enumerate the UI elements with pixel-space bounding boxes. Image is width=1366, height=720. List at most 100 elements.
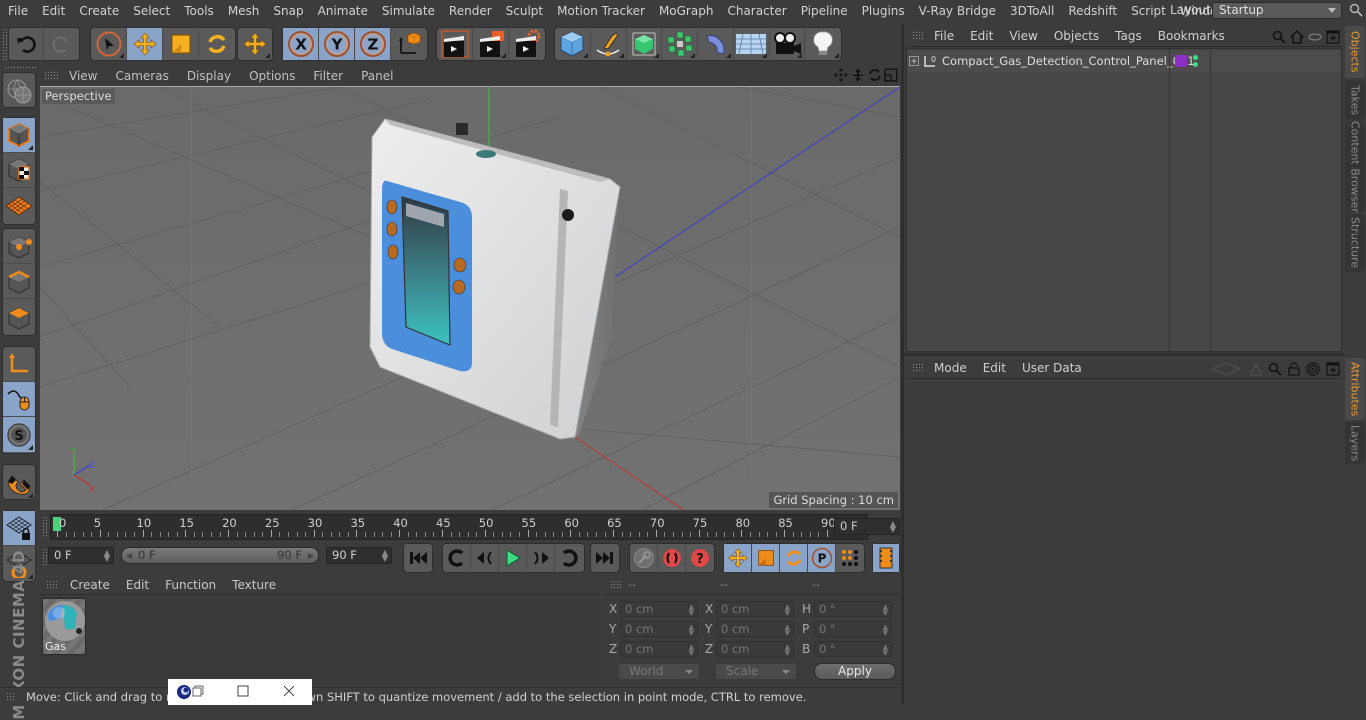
menu-v-ray-bridge[interactable]: V-Ray Bridge <box>912 4 1003 18</box>
play-button[interactable] <box>499 544 527 572</box>
subdivision-surface-button[interactable] <box>627 28 663 60</box>
side-tab-takes[interactable]: Takes <box>1345 80 1365 120</box>
texture-mode-button[interactable] <box>3 153 35 188</box>
expand-plus-icon[interactable] <box>909 56 919 66</box>
light-button[interactable] <box>805 28 841 60</box>
material-menu-edit[interactable]: Edit <box>118 578 157 592</box>
x-axis-lock-button[interactable]: X <box>283 28 319 60</box>
apply-button[interactable]: Apply <box>814 663 896 680</box>
material-swatch-gas[interactable]: Gas <box>42 598 86 655</box>
spinner-icon[interactable]: ▲ ▼ <box>883 624 888 637</box>
lock-workplane-button[interactable] <box>3 511 35 546</box>
start-frame-field[interactable]: 0 F ▲ ▼ <box>48 547 114 564</box>
spinner-icon[interactable]: ▲ ▼ <box>689 604 694 617</box>
pan-view-icon[interactable] <box>834 68 848 82</box>
menu-plugins[interactable]: Plugins <box>855 4 912 18</box>
search-icon[interactable] <box>1268 362 1282 376</box>
move-tool-button[interactable] <box>127 28 163 60</box>
object-menu-file[interactable]: File <box>926 29 962 43</box>
menu-edit[interactable]: Edit <box>35 4 72 18</box>
scale-key-button[interactable] <box>752 544 780 572</box>
object-menu-view[interactable]: View <box>1001 29 1045 43</box>
restore-icon[interactable] <box>192 685 204 697</box>
target-icon[interactable] <box>1306 362 1320 376</box>
last-tool-button[interactable] <box>238 28 272 60</box>
spinner-icon[interactable]: ▲ ▼ <box>883 604 888 617</box>
axis-mode-button[interactable] <box>3 347 35 382</box>
range-left-arrow-icon[interactable]: ◀ <box>126 548 132 563</box>
3d-viewport[interactable]: Y Z X Perspective Grid Spacing : 10 cm <box>40 86 900 510</box>
floor-button[interactable] <box>734 28 770 60</box>
search-icon[interactable] <box>1272 30 1286 44</box>
viewport-grip[interactable] <box>44 71 58 81</box>
cube-button[interactable] <box>555 28 591 60</box>
zoom-view-icon[interactable] <box>851 68 865 82</box>
rotation-h-field[interactable]: 0 ° ▲ ▼ <box>814 601 892 617</box>
render-picture-viewer-button[interactable] <box>473 28 509 60</box>
position-y-field[interactable]: 0 cm ▲ ▼ <box>620 621 698 637</box>
maximize-view-icon[interactable] <box>884 68 898 82</box>
column-divider[interactable] <box>1210 49 1211 351</box>
camera-button[interactable] <box>770 28 806 60</box>
side-tab-attributes[interactable]: Attributes <box>1345 358 1365 420</box>
spinner-icon[interactable]: ▲ ▼ <box>382 549 388 563</box>
side-tab-structure[interactable]: Structure <box>1345 214 1365 272</box>
menu-3dtoall[interactable]: 3DToAll <box>1003 4 1061 18</box>
side-tab-content-browser[interactable]: Content Browser <box>1345 121 1365 213</box>
viewport-menu-display[interactable]: Display <box>178 69 240 83</box>
object-menu-bookmarks[interactable]: Bookmarks <box>1150 29 1233 43</box>
prev-key-button[interactable] <box>443 544 471 572</box>
undo-button[interactable] <box>9 28 45 60</box>
menu-snap[interactable]: Snap <box>266 4 310 18</box>
home-icon[interactable] <box>1290 30 1304 44</box>
timeline-window-button[interactable] <box>873 544 899 572</box>
render-settings-button[interactable] <box>509 28 545 60</box>
cinema4d-app-icon[interactable] <box>176 684 192 700</box>
record-keys-button[interactable] <box>630 544 658 572</box>
y-axis-lock-button[interactable]: Y <box>319 28 355 60</box>
back-arrow-icon[interactable] <box>1210 362 1244 376</box>
material-menu-create[interactable]: Create <box>62 578 118 592</box>
model-mode-button[interactable] <box>3 118 35 153</box>
object-name[interactable]: Compact_Gas_Detection_Control_Panel_001 <box>942 54 1195 68</box>
material-menu-function[interactable]: Function <box>157 578 224 592</box>
edge-mode-button[interactable] <box>3 264 35 299</box>
next-frame-button[interactable] <box>527 544 555 572</box>
point-mode-button[interactable] <box>3 229 35 264</box>
goto-start-button[interactable] <box>404 544 432 572</box>
render-visibility-dot[interactable] <box>1193 62 1198 67</box>
toolbar-grip[interactable] <box>2 28 7 60</box>
menu-render[interactable]: Render <box>442 4 499 18</box>
column-divider[interactable] <box>1169 49 1170 351</box>
editor-visibility-dot[interactable] <box>1193 55 1198 60</box>
menu-redshift[interactable]: Redshift <box>1061 4 1124 18</box>
layout-dropdown[interactable]: Startup <box>1212 2 1342 19</box>
spinner-icon[interactable]: ▲ ▼ <box>689 624 694 637</box>
end-frame-field[interactable]: 90 F ▲ ▼ <box>326 547 392 564</box>
workplane-mode-button[interactable] <box>3 188 35 223</box>
horizontal-splitter[interactable] <box>904 353 1344 356</box>
viewport-menu-view[interactable]: View <box>60 69 106 83</box>
menu-create[interactable]: Create <box>72 4 126 18</box>
spinner-icon[interactable]: ▲ ▼ <box>104 549 110 563</box>
rotate-tool-button[interactable] <box>199 28 235 60</box>
toggle-visibility-icon[interactable] <box>1308 30 1322 44</box>
viewport-menu-options[interactable]: Options <box>240 69 304 83</box>
search-icon[interactable] <box>1349 3 1363 17</box>
rotation-b-field[interactable]: 0 ° ▲ ▼ <box>814 641 892 657</box>
attribute-menu-user-data[interactable]: User Data <box>1014 361 1090 375</box>
coordinate-space-dropdown[interactable]: World <box>618 663 700 680</box>
position-key-button[interactable] <box>724 544 752 572</box>
parameter-key-button[interactable]: P <box>808 544 836 572</box>
z-axis-lock-button[interactable]: Z <box>355 28 391 60</box>
keyframe-selection-button[interactable]: ? <box>686 544 714 572</box>
coordinates-grip[interactable] <box>610 579 622 590</box>
menu-simulate[interactable]: Simulate <box>375 4 442 18</box>
viewport-menu-filter[interactable]: Filter <box>304 69 352 83</box>
maximize-icon[interactable] <box>237 685 249 697</box>
make-editable-button[interactable] <box>3 73 35 108</box>
menu-animate[interactable]: Animate <box>311 4 375 18</box>
spinner-icon[interactable]: ▲ ▼ <box>785 604 790 617</box>
lock-open-icon[interactable] <box>1288 362 1300 376</box>
left-toolbar-grip[interactable] <box>4 66 36 70</box>
